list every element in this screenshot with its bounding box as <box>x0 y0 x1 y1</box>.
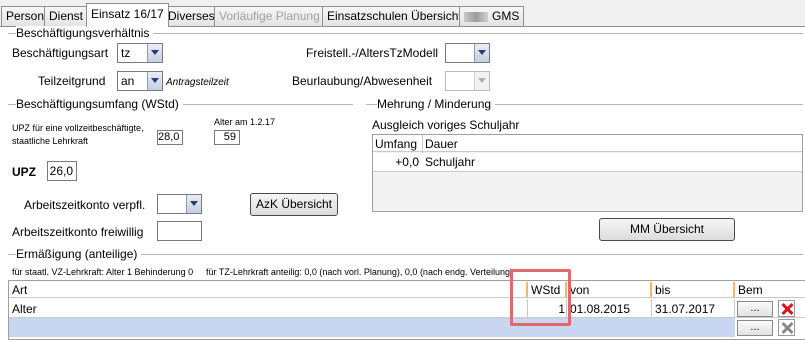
row-art: Alter <box>12 302 37 316</box>
row-umfang: +0,0 <box>395 155 419 169</box>
group-title-beschaeftigung: Beschäftigungsverhältnis <box>16 26 154 40</box>
konto-freiwillig-input[interactable] <box>157 221 202 241</box>
beschaeftigungsart-select[interactable]: tz <box>117 43 163 63</box>
teilzeitgrund-value: an <box>121 74 135 88</box>
konto-verpfl-label: Arbeitszeitkonto verpfl. <box>24 198 146 212</box>
upz-vollzeit-label-2: staatliche Lehrkraft <box>12 136 89 146</box>
mehrung-grid: Umfang Dauer +0,0 Schuljahr <box>372 134 803 212</box>
column-separator <box>734 299 735 318</box>
ermaessigung-grid: Art WStd von bis Bem Alter 1 01.08.2015 … <box>8 280 805 340</box>
upz-vollzeit-label-1: UPZ für eine vollzeitbeschäftigte, <box>12 123 144 133</box>
info-vz: für staatl. VZ-Lehrkraft: Alter 1 Behind… <box>12 267 194 277</box>
row-dauer: Schuljahr <box>425 155 476 169</box>
column-separator <box>733 282 735 297</box>
konto-verpfl-select[interactable] <box>157 194 202 214</box>
col-bem-header: Bem <box>738 283 763 297</box>
upz-input[interactable]: 26,0 <box>47 161 77 181</box>
delete-new-row-icon[interactable] <box>778 319 795 336</box>
freistell-label: Freistell.-/AltersTzModell <box>306 46 439 60</box>
tab-person[interactable]: Person <box>1 6 50 26</box>
tab-vorlaeufige-planung[interactable]: Vorläufige Planung <box>214 6 325 26</box>
chevron-down-icon[interactable] <box>474 44 489 62</box>
tab-einsatzschulen-uebersicht[interactable]: Einsatzschulen Übersicht <box>322 6 467 26</box>
azk-uebersicht-button[interactable]: AzK Übersicht <box>250 193 338 216</box>
column-separator <box>566 299 567 318</box>
delete-row-icon[interactable] <box>778 300 795 317</box>
col-art-header: Art <box>12 283 28 297</box>
col-wstd-header: WStd <box>531 283 561 297</box>
group-title-ermaessigung: Ermäßigung (anteilige) <box>16 247 142 261</box>
beurlaubung-label: Beurlaubung/Abwesenheit <box>292 74 433 88</box>
ausgleich-label: Ausgleich voriges Schuljahr <box>372 118 520 132</box>
col-von-header: von <box>570 283 590 297</box>
column-separator <box>651 299 652 318</box>
beschaeftigungsart-value: tz <box>121 46 131 60</box>
beschaeftigungsart-label: Beschäftigungsart <box>12 46 109 60</box>
ermaessigung-header-row <box>9 281 805 298</box>
tab-gms-label: GMS <box>492 9 520 23</box>
alter-value: 59 <box>214 130 240 145</box>
row-bem-button[interactable]: ... <box>737 301 773 317</box>
col-dauer-header: Dauer <box>425 137 458 151</box>
tab-gms[interactable]: GMS <box>459 6 525 26</box>
blurred-label <box>464 11 488 22</box>
column-separator <box>565 282 567 297</box>
upz-vollzeit-value: 28,0 <box>157 130 183 145</box>
chevron-down-icon[interactable] <box>147 72 162 90</box>
mm-uebersicht-button[interactable]: MM Übersicht <box>599 218 735 241</box>
row-wstd[interactable]: 1 <box>529 302 565 316</box>
beurlaubung-select[interactable] <box>445 71 490 91</box>
col-umfang-header: Umfang <box>375 137 418 151</box>
freistell-select[interactable] <box>445 43 490 63</box>
chevron-down-icon[interactable] <box>186 195 201 213</box>
row-bis[interactable]: 31.07.2017 <box>655 302 715 316</box>
group-title-mehrung: Mehrung / Minderung <box>377 97 496 111</box>
col-bis-header: bis <box>655 283 671 297</box>
column-separator <box>526 282 528 297</box>
group-title-umfang: Beschäftigungsumfang (WStd) <box>16 97 183 111</box>
column-separator <box>527 299 528 318</box>
new-table-row[interactable] <box>9 318 735 337</box>
tab-bar: Person Dienst Einsatz 16/17 Diverses Vor… <box>0 0 805 27</box>
tab-diverses[interactable]: Diverses <box>163 6 220 26</box>
chevron-down-icon[interactable] <box>147 44 162 62</box>
column-separator <box>650 282 652 297</box>
teilzeitgrund-label: Teilzeitgrund <box>38 74 106 88</box>
chevron-down-icon <box>474 72 489 90</box>
new-row-bem-button[interactable]: ... <box>737 320 773 336</box>
teilzeitgrund-select[interactable]: an <box>117 71 163 91</box>
konto-freiwillig-label: Arbeitszeitkonto freiwillig <box>12 225 144 239</box>
alter-label: Alter am 1.2.17 <box>214 117 276 127</box>
row-von[interactable]: 01.08.2015 <box>570 302 630 316</box>
tab-dienst[interactable]: Dienst <box>44 6 89 26</box>
info-tz: für TZ-Lehrkraft anteilig: 0,0 (nach vor… <box>206 267 514 277</box>
upz-label: UPZ <box>12 165 36 179</box>
antragsteilzeit-note: Antragsteilzeit <box>166 77 229 88</box>
tab-einsatz[interactable]: Einsatz 16/17 <box>86 3 169 27</box>
